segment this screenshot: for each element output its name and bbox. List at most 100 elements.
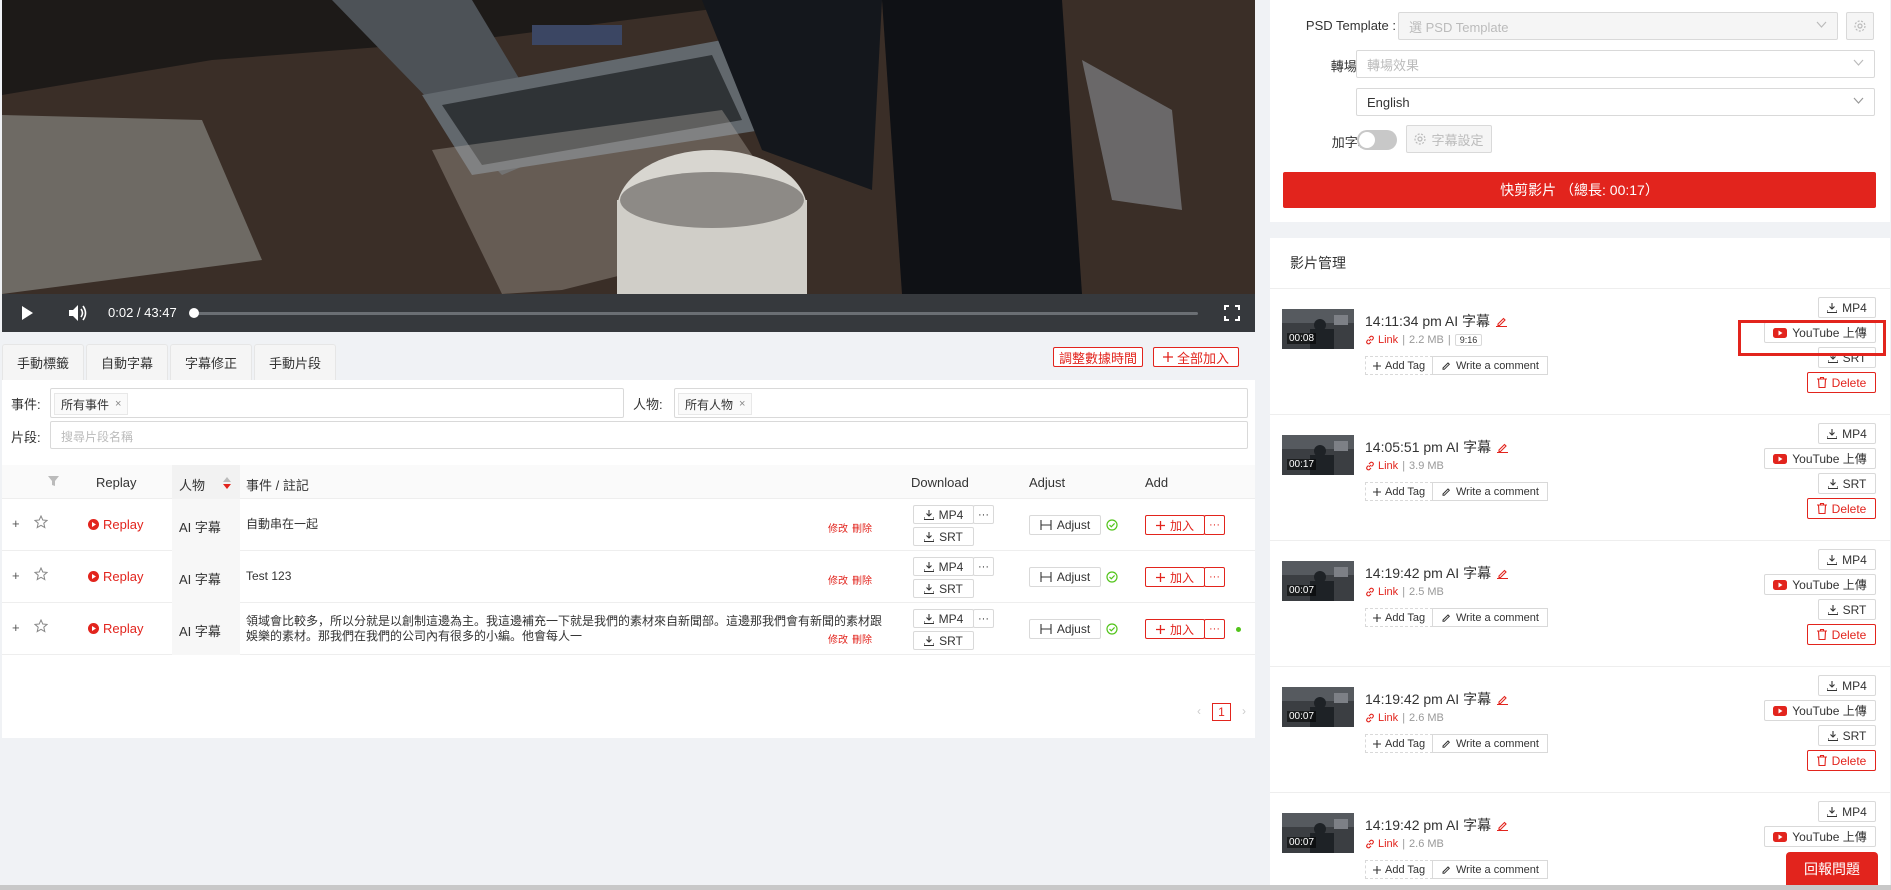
next-page-icon[interactable]: › (1242, 704, 1246, 718)
download-mp4-button[interactable]: MP4 (1818, 675, 1876, 696)
tab-subtitle-correction[interactable]: 字幕修正 (170, 344, 252, 380)
download-mp4-button[interactable]: MP4 (913, 609, 974, 628)
delete-button[interactable]: Delete (1807, 498, 1876, 519)
event-filter-select[interactable]: 所有事件 × (50, 388, 624, 418)
window-scrollbar[interactable] (0, 885, 1891, 890)
download-mp4-button[interactable]: MP4 (1818, 549, 1876, 570)
add-segment-button[interactable]: 加入 (1145, 567, 1205, 587)
expand-icon[interactable]: + (12, 568, 20, 583)
youtube-upload-button[interactable]: YouTube 上傳 (1764, 826, 1876, 847)
add-segment-button[interactable]: 加入 (1145, 515, 1205, 535)
replay-button[interactable]: Replay (88, 569, 143, 584)
video-link[interactable]: Link (1365, 460, 1398, 472)
close-icon[interactable]: × (115, 398, 121, 410)
progress-handle[interactable] (189, 308, 200, 318)
delete-link[interactable]: 刪除 (852, 572, 872, 587)
write-comment-button[interactable]: Write a comment (1432, 482, 1548, 501)
replay-button[interactable]: Replay (88, 517, 143, 532)
video-link[interactable]: Link (1365, 712, 1398, 724)
video-thumbnail[interactable]: 00:17 (1282, 435, 1354, 475)
psd-settings-button[interactable] (1846, 12, 1874, 40)
header-person[interactable]: 人物 (179, 475, 205, 494)
youtube-upload-button[interactable]: YouTube 上傳 (1764, 574, 1876, 595)
download-srt-button[interactable]: SRT (913, 579, 974, 598)
download-mp4-button[interactable]: MP4 (913, 557, 974, 576)
add-more-button[interactable]: ··· (1204, 567, 1225, 587)
write-comment-button[interactable]: Write a comment (1432, 860, 1548, 879)
youtube-upload-button[interactable]: YouTube 上傳 (1764, 448, 1876, 469)
video-thumbnail[interactable]: 00:07 (1282, 813, 1354, 853)
adjust-button[interactable]: Adjust (1029, 515, 1101, 535)
add-all-button[interactable]: 全部加入 (1153, 347, 1239, 367)
delete-button[interactable]: Delete (1807, 372, 1876, 393)
expand-icon[interactable]: + (12, 620, 20, 635)
download-srt-button[interactable]: SRT (913, 527, 974, 546)
psd-template-select[interactable]: 選 PSD Template (1398, 12, 1838, 40)
download-srt-button[interactable]: SRT (1818, 725, 1876, 746)
add-tag-button[interactable]: Add Tag (1365, 608, 1434, 627)
delete-button[interactable]: Delete (1807, 750, 1876, 771)
adjust-button[interactable]: Adjust (1029, 567, 1101, 587)
play-icon[interactable] (20, 305, 34, 321)
person-filter-select[interactable]: 所有人物 × (674, 388, 1248, 418)
video-thumbnail[interactable]: 00:07 (1282, 687, 1354, 727)
transition-select[interactable]: 轉場效果 (1356, 50, 1875, 78)
download-srt-button[interactable]: SRT (1818, 473, 1876, 494)
tab-auto-subtitles[interactable]: 自動字幕 (86, 344, 168, 380)
star-icon[interactable] (34, 567, 48, 581)
star-icon[interactable] (34, 619, 48, 633)
edit-link[interactable]: 修改 (828, 572, 848, 587)
write-comment-button[interactable]: Write a comment (1432, 608, 1548, 627)
video-thumbnail[interactable]: 00:08 (1282, 309, 1354, 349)
adjust-button[interactable]: Adjust (1029, 619, 1101, 639)
video-link[interactable]: Link (1365, 334, 1398, 346)
expand-icon[interactable]: + (12, 516, 20, 531)
segment-search-input[interactable]: 搜尋片段名稱 (50, 421, 1248, 449)
edit-link[interactable]: 修改 (828, 520, 848, 535)
write-comment-button[interactable]: Write a comment (1432, 734, 1548, 753)
volume-icon[interactable] (68, 304, 88, 322)
add-tag-button[interactable]: Add Tag (1365, 734, 1434, 753)
subtitle-settings-button[interactable]: 字幕設定 (1406, 125, 1492, 153)
download-srt-button[interactable]: SRT (1818, 599, 1876, 620)
more-button[interactable]: ··· (973, 505, 994, 524)
star-icon[interactable] (34, 515, 48, 529)
tab-manual-segments[interactable]: 手動片段 (254, 344, 336, 380)
video-player[interactable]: 0:02 / 43:47 (2, 0, 1255, 332)
add-tag-button[interactable]: Add Tag (1365, 860, 1434, 879)
edit-link[interactable]: 修改 (828, 631, 848, 646)
close-icon[interactable]: × (739, 398, 745, 410)
edit-icon[interactable] (1497, 820, 1509, 831)
tab-manual-tags[interactable]: 手動標籤 (2, 344, 84, 380)
delete-button[interactable]: Delete (1807, 624, 1876, 645)
download-mp4-button[interactable]: MP4 (1818, 801, 1876, 822)
edit-icon[interactable] (1497, 442, 1509, 453)
more-button[interactable]: ··· (973, 557, 994, 576)
download-srt-button[interactable]: SRT (913, 631, 974, 650)
filter-icon[interactable] (48, 476, 59, 486)
report-issue-button[interactable]: 回報問題 (1786, 852, 1878, 886)
add-more-button[interactable]: ··· (1204, 515, 1225, 535)
sort-icon[interactable] (223, 477, 231, 489)
video-link[interactable]: Link (1365, 838, 1398, 850)
edit-icon[interactable] (1497, 568, 1509, 579)
edit-icon[interactable] (1497, 694, 1509, 705)
edit-icon[interactable] (1496, 316, 1508, 327)
download-mp4-button[interactable]: MP4 (913, 505, 974, 524)
add-more-button[interactable]: ··· (1204, 619, 1225, 639)
prev-page-icon[interactable]: ‹ (1197, 704, 1201, 718)
page-number-button[interactable]: 1 (1212, 703, 1231, 721)
delete-link[interactable]: 刪除 (852, 631, 872, 646)
youtube-upload-button[interactable]: YouTube 上傳 (1764, 700, 1876, 721)
download-mp4-button[interactable]: MP4 (1818, 423, 1876, 444)
delete-link[interactable]: 刪除 (852, 520, 872, 535)
more-button[interactable]: ··· (973, 609, 994, 628)
adjust-time-button[interactable]: 調整數據時間 (1053, 347, 1143, 367)
language-select[interactable]: English (1356, 88, 1875, 116)
progress-bar[interactable] (189, 308, 1198, 318)
download-mp4-button[interactable]: MP4 (1818, 297, 1876, 318)
video-link[interactable]: Link (1365, 586, 1398, 598)
quick-clip-button[interactable]: 快剪影片 （總長: 00:17） (1283, 172, 1876, 208)
add-tag-button[interactable]: Add Tag (1365, 482, 1434, 501)
replay-button[interactable]: Replay (88, 621, 143, 636)
